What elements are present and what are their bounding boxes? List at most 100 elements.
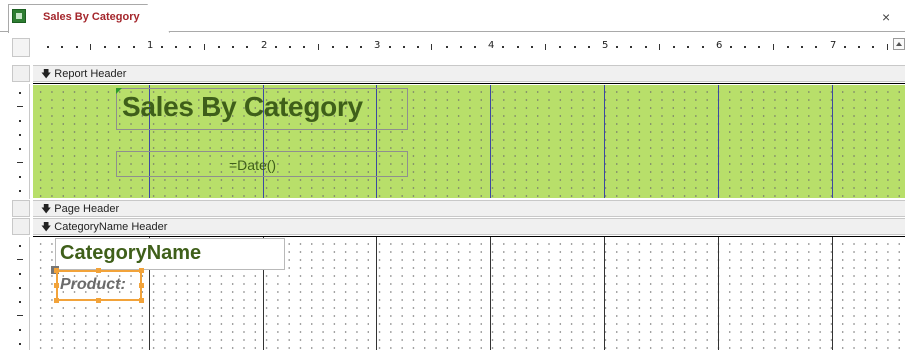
- resize-handle[interactable]: [54, 268, 59, 273]
- ruler-tick: [687, 46, 690, 48]
- ruler-tick: [815, 46, 818, 48]
- ruler-tick: [246, 46, 249, 48]
- ruler-tick: [19, 273, 21, 275]
- report-selector[interactable]: [12, 38, 30, 57]
- ruler-tick: [843, 46, 846, 48]
- vertical-ruler: [12, 237, 30, 350]
- ruler-tick: [573, 46, 576, 48]
- ruler-tick: [161, 46, 164, 48]
- report-title-control[interactable]: Sales By Category: [116, 88, 408, 130]
- section-bar-category-header[interactable]: 🡇 CategoryName Header: [33, 218, 905, 235]
- scroll-up-arrow-icon[interactable]: [893, 38, 905, 50]
- date-textbox[interactable]: =Date(): [116, 151, 408, 177]
- ruler-tick: [317, 44, 319, 50]
- ruler-tick: [274, 46, 277, 48]
- ruler-tick: [502, 46, 505, 48]
- category-header-selector[interactable]: [12, 218, 30, 235]
- vertical-ruler: [12, 84, 30, 199]
- category-name-textbox[interactable]: CategoryName: [55, 238, 285, 270]
- ruler-tick: [658, 44, 660, 50]
- grid-line: [604, 85, 605, 198]
- document-tab-title[interactable]: Sales By Category: [43, 11, 140, 23]
- ruler-tick: [673, 46, 676, 48]
- ruler-tick: [19, 190, 21, 192]
- section-arrow-icon: 🡇: [41, 204, 52, 215]
- ruler-tick: [801, 46, 804, 48]
- ruler-number: 6: [716, 40, 723, 51]
- grid-line: [604, 237, 605, 350]
- ruler-number: 7: [830, 40, 837, 51]
- ruler-tick: [587, 46, 590, 48]
- ruler-number: 1: [147, 40, 154, 51]
- ruler-tick: [303, 46, 306, 48]
- ruler-tick: [19, 287, 21, 289]
- grid-line: [718, 237, 719, 350]
- ruler-tick: [516, 46, 519, 48]
- ruler-tick: [858, 46, 861, 48]
- ruler-tick: [17, 106, 23, 107]
- ruler-number: 5: [602, 40, 609, 51]
- product-label-text: Product:: [60, 276, 126, 293]
- report-header-label: Report Header: [54, 68, 127, 80]
- ruler-tick: [872, 46, 875, 48]
- page-header-label: Page Header: [54, 203, 120, 215]
- resize-handle[interactable]: [54, 283, 59, 288]
- resize-handle[interactable]: [139, 268, 144, 273]
- ruler-tick: [75, 46, 78, 48]
- resize-handle[interactable]: [96, 268, 101, 273]
- product-label-control[interactable]: Product:: [54, 268, 144, 303]
- page-header-selector[interactable]: [12, 200, 30, 217]
- ruler-tick: [19, 92, 21, 94]
- date-expression: =Date(): [229, 157, 277, 173]
- ruler-tick: [545, 44, 547, 50]
- ruler-tick: [473, 46, 476, 48]
- resize-handle[interactable]: [139, 283, 144, 288]
- ruler-tick: [19, 343, 21, 345]
- section-label: 🡇 Page Header: [41, 202, 119, 219]
- resize-handle[interactable]: [96, 298, 101, 303]
- section-top-border: [33, 83, 905, 84]
- ruler-tick: [232, 46, 235, 48]
- ruler-tick: [730, 46, 733, 48]
- ruler-tick: [19, 148, 21, 150]
- ruler-tick: [644, 46, 647, 48]
- report-title-text: Sales By Category: [122, 91, 363, 122]
- horizontal-ruler[interactable]: 1 2 3 4 5 6 7: [33, 38, 893, 57]
- ruler-tick: [345, 46, 348, 48]
- section-bar-report-header[interactable]: 🡇 Report Header: [33, 65, 905, 82]
- section-bar-page-header[interactable]: 🡇 Page Header: [33, 200, 905, 217]
- section-label: 🡇 Report Header: [41, 67, 126, 84]
- ruler-tick: [19, 329, 21, 331]
- ruler-tick: [189, 46, 192, 48]
- ruler-tick: [886, 44, 888, 50]
- grid-line: [490, 237, 491, 350]
- ruler-tick: [630, 46, 633, 48]
- ruler-tick: [175, 46, 178, 48]
- ruler-tick: [19, 176, 21, 178]
- ruler-tick: [19, 120, 21, 122]
- ruler-tick: [445, 46, 448, 48]
- ruler-tick: [217, 46, 220, 48]
- ruler-tick: [417, 46, 420, 48]
- resize-handle[interactable]: [139, 298, 144, 303]
- grid-line: [832, 85, 833, 198]
- category-name-text: CategoryName: [60, 242, 202, 264]
- ruler-tick: [530, 46, 533, 48]
- ruler-tick: [360, 46, 363, 48]
- ruler-tick: [559, 46, 562, 48]
- section-arrow-icon: 🡇: [41, 69, 52, 80]
- grid-line: [490, 85, 491, 198]
- section-label: 🡇 CategoryName Header: [41, 220, 167, 237]
- report-header-selector[interactable]: [12, 65, 30, 82]
- ruler-tick: [118, 46, 121, 48]
- grid-line: [718, 85, 719, 198]
- close-icon[interactable]: ×: [882, 10, 890, 24]
- resize-handle[interactable]: [54, 298, 59, 303]
- ruler-tick: [744, 46, 747, 48]
- ruler-number: 4: [488, 40, 495, 51]
- ruler-tick: [758, 46, 761, 48]
- grid-line: [376, 237, 377, 350]
- ruler-tick: [203, 44, 205, 50]
- ruler-tick: [701, 46, 704, 48]
- ruler-tick: [19, 245, 21, 247]
